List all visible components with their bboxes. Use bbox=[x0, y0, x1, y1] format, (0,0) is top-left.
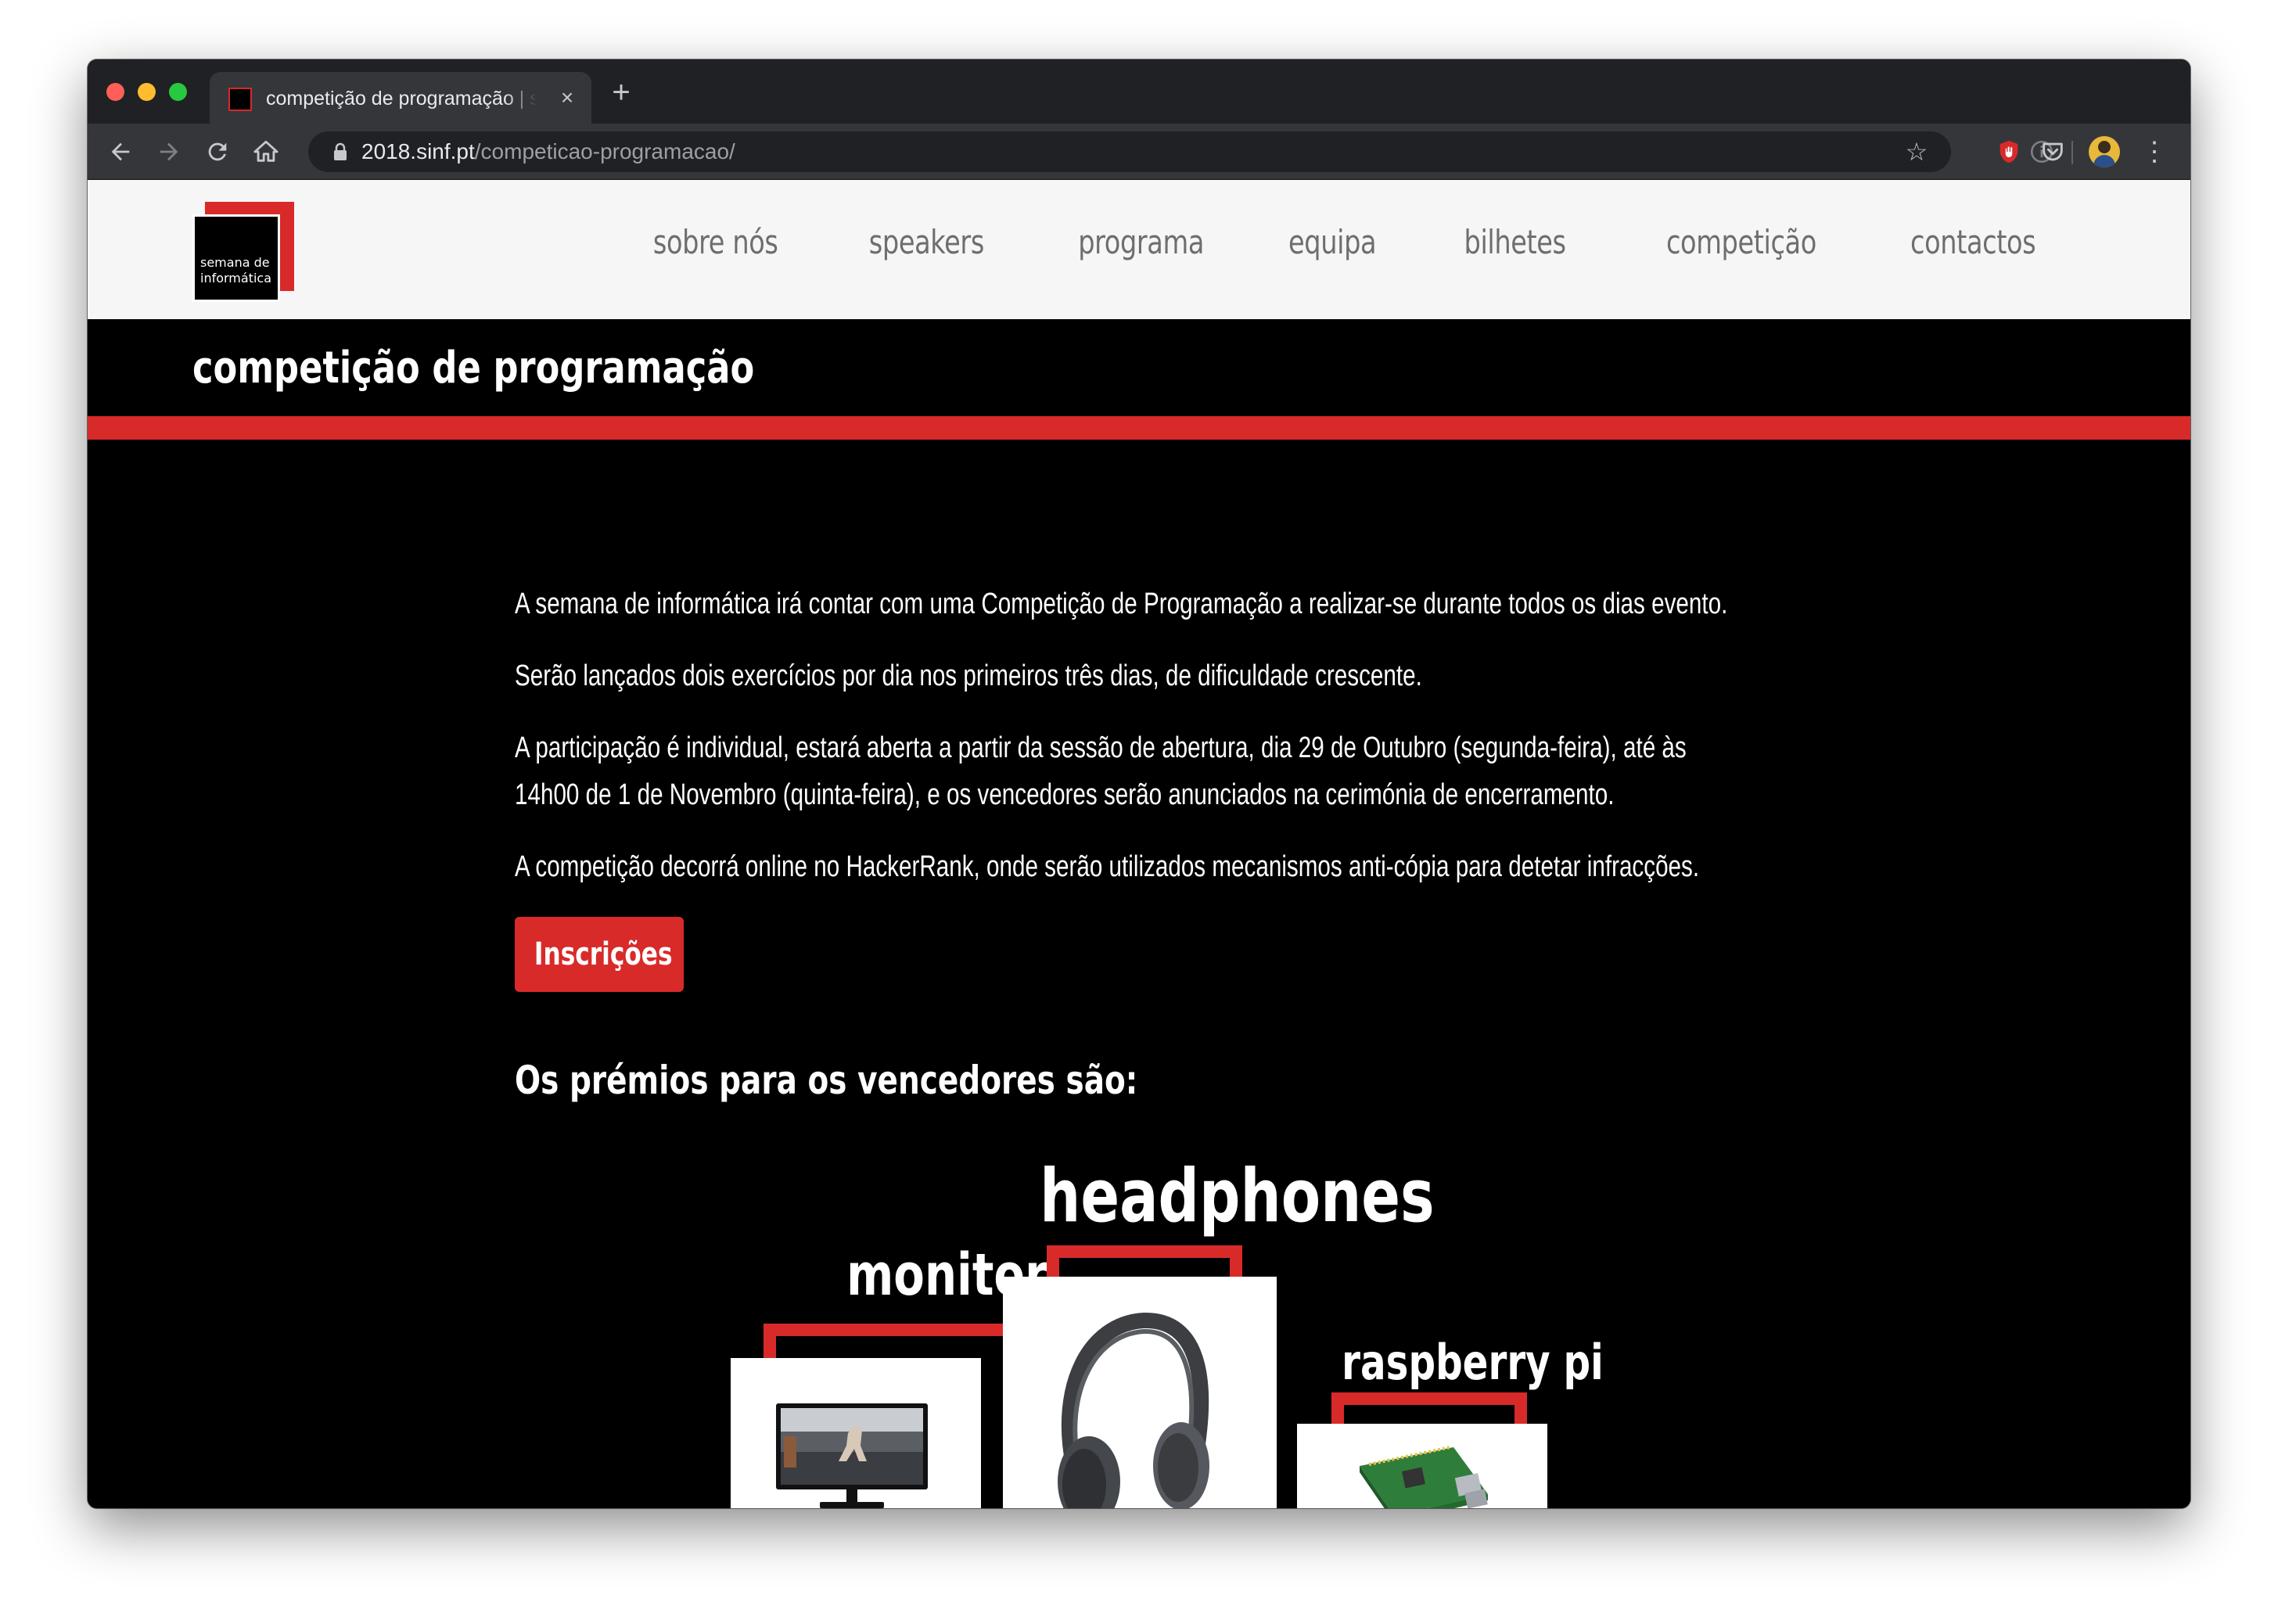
reload-icon[interactable] bbox=[200, 135, 235, 169]
browser-toolbar: 2018.sinf.pt/competicao-programacao/ ☆ ⋮ bbox=[88, 124, 2190, 180]
raspberry-pi-icon bbox=[1360, 1446, 1488, 1508]
pedestal-raspberry-pi bbox=[1331, 1392, 1527, 1424]
tab-strip: competição de programação | semana de in… bbox=[88, 59, 2190, 124]
close-window-button[interactable] bbox=[106, 83, 124, 101]
pocket-icon[interactable] bbox=[2035, 135, 2070, 169]
monitor-icon bbox=[776, 1403, 928, 1508]
prizes-heading: Os prémios para os vencedores são: bbox=[515, 1058, 1138, 1103]
favicon-icon bbox=[228, 84, 255, 111]
nav-programa[interactable]: programa bbox=[1078, 217, 1204, 268]
logo-text: semana de informática bbox=[200, 255, 272, 286]
main-content: A semana de informática irá contar com u… bbox=[88, 440, 2190, 1508]
main-nav: sobre nós speakers programa equipa bilhe… bbox=[622, 217, 2035, 268]
minimize-window-button[interactable] bbox=[138, 83, 156, 101]
page-title-bar: competição de programação bbox=[88, 319, 2190, 416]
site-header: semana de informática sobre nós speakers… bbox=[88, 180, 2190, 319]
tab-title: competição de programação | semana de in… bbox=[266, 88, 537, 110]
prize-image-raspberry-pi bbox=[1297, 1424, 1547, 1508]
paragraph-hackerrank: A competição decorrá online no HackerRan… bbox=[515, 850, 1700, 883]
browser-menu-icon[interactable]: ⋮ bbox=[2137, 135, 2172, 169]
arrow-right-icon[interactable] bbox=[152, 135, 186, 169]
browser-tab[interactable]: competição de programação | semana de in… bbox=[210, 72, 591, 124]
tab-close-icon[interactable]: × bbox=[554, 84, 580, 111]
prize-label-headphones: headphones bbox=[1040, 1154, 1435, 1239]
browser-window: competição de programação | semana de in… bbox=[88, 59, 2190, 1508]
address-bar[interactable]: 2018.sinf.pt/competicao-programacao/ ☆ bbox=[308, 131, 1951, 172]
nav-speakers[interactable]: speakers bbox=[869, 217, 985, 268]
paragraph-participation: A participação é individual, estará aber… bbox=[515, 731, 1687, 811]
site-logo[interactable]: semana de informática bbox=[192, 202, 294, 304]
prize-image-monitor bbox=[731, 1358, 981, 1508]
paragraph-exercises: Serão lançados dois exercícios por dia n… bbox=[515, 659, 1422, 692]
register-button[interactable]: Inscrições bbox=[515, 917, 684, 992]
new-tab-button[interactable]: + bbox=[604, 75, 638, 110]
prize-label-raspberry-pi: raspberry pi bbox=[1342, 1334, 1604, 1391]
lock-icon bbox=[334, 142, 347, 160]
nav-bilhetes[interactable]: bilhetes bbox=[1464, 217, 1567, 268]
toolbar-separator bbox=[2071, 141, 2073, 164]
star-icon[interactable]: ☆ bbox=[1901, 136, 1932, 167]
nav-equipa[interactable]: equipa bbox=[1288, 217, 1377, 268]
page-title: competição de programação bbox=[192, 343, 755, 393]
title-red-band bbox=[88, 416, 2190, 440]
profile-avatar[interactable] bbox=[2089, 136, 2120, 167]
headphones-icon bbox=[1058, 1312, 1209, 1508]
ublock-icon[interactable] bbox=[1992, 135, 2026, 169]
paragraph-intro: A semana de informática irá contar com u… bbox=[515, 587, 1728, 620]
arrow-left-icon[interactable] bbox=[103, 135, 138, 169]
maximize-window-button[interactable] bbox=[169, 83, 187, 101]
nav-competicao[interactable]: competição bbox=[1666, 217, 1816, 268]
home-icon[interactable] bbox=[249, 135, 283, 169]
pedestal-headphones bbox=[1047, 1245, 1242, 1277]
nav-contactos[interactable]: contactos bbox=[1910, 217, 2036, 268]
nav-sobre-nos[interactable]: sobre nós bbox=[652, 217, 778, 268]
url-text: 2018.sinf.pt/competicao-programacao/ bbox=[361, 139, 735, 163]
prize-image-headphones bbox=[1003, 1277, 1277, 1508]
